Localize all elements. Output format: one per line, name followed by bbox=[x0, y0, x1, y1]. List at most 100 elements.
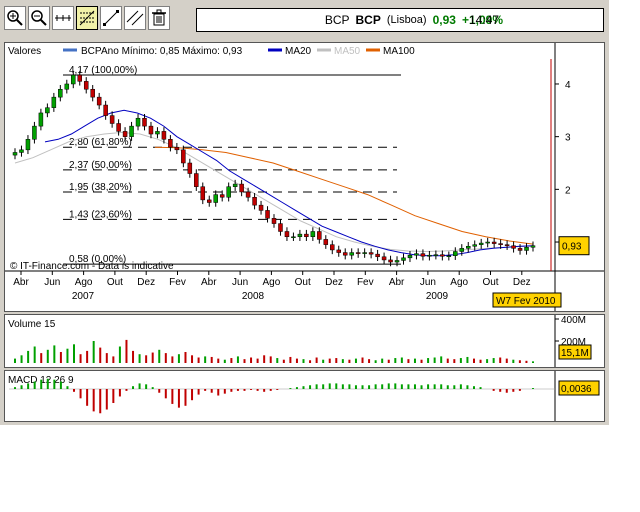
volume-title: Volume 15 bbox=[8, 319, 56, 330]
candle-up bbox=[32, 125, 37, 140]
channel-button[interactable] bbox=[124, 6, 146, 30]
candle-up bbox=[310, 231, 316, 238]
candle-up bbox=[45, 107, 50, 114]
candle-down bbox=[420, 253, 426, 257]
candle-down bbox=[207, 199, 212, 203]
candle-down bbox=[258, 204, 264, 211]
x-tick-label: Ago bbox=[263, 277, 281, 288]
candle-up bbox=[394, 260, 400, 263]
candle-down bbox=[498, 243, 503, 245]
delete-drawing-button[interactable] bbox=[148, 6, 170, 30]
candle-down bbox=[181, 149, 186, 164]
candle-up bbox=[38, 112, 44, 127]
candle-up bbox=[155, 131, 160, 135]
channel-icon bbox=[126, 10, 144, 26]
trash-icon bbox=[152, 9, 166, 26]
candle-up bbox=[466, 245, 471, 249]
crosshair-icon bbox=[55, 15, 71, 21]
candle-down bbox=[278, 223, 283, 232]
candle-up bbox=[446, 255, 452, 257]
year-label: 2008 bbox=[242, 291, 265, 302]
ticker-label: BCP bbox=[324, 13, 350, 27]
candle-down bbox=[161, 131, 167, 140]
volume-last-label: 15,1M bbox=[561, 348, 589, 359]
candle-down bbox=[116, 123, 121, 132]
fib-level-label: 1,95 (38,20%) bbox=[69, 182, 132, 193]
candle-up bbox=[226, 186, 231, 198]
candle-down bbox=[90, 88, 95, 98]
x-tick-label: Out bbox=[295, 277, 311, 288]
candle-up bbox=[12, 152, 18, 156]
candle-down bbox=[336, 249, 341, 253]
candle-up bbox=[530, 245, 536, 248]
candle-down bbox=[109, 115, 115, 124]
candle-down bbox=[491, 241, 497, 244]
candle-up bbox=[64, 83, 70, 90]
fibonacci-button[interactable] bbox=[76, 6, 98, 30]
candle-down bbox=[317, 231, 322, 240]
candle-down bbox=[83, 81, 89, 90]
candle-down bbox=[284, 231, 290, 238]
candle-up bbox=[472, 244, 477, 247]
candle-up bbox=[58, 88, 63, 98]
macd-panel: MACD 12 26 9 0,0036 bbox=[4, 370, 605, 422]
x-tick-label: Abr bbox=[389, 277, 405, 288]
y-tick-label: 4 bbox=[565, 80, 571, 91]
candle-up bbox=[213, 194, 218, 203]
candle-down bbox=[271, 218, 277, 224]
macd-chart[interactable]: MACD 12 26 90,0036 bbox=[5, 371, 604, 421]
ticker-name: BCP bbox=[355, 13, 381, 27]
toolbar bbox=[4, 6, 170, 34]
candle-down bbox=[77, 74, 82, 82]
volume-chart[interactable]: Volume 15 400M200M15,1M bbox=[5, 315, 604, 367]
price-panel: Valores BCP Ano Mínimo: 0,85 Máximo: 0,93 M… bbox=[4, 42, 605, 312]
candle-up bbox=[25, 139, 31, 151]
candle-up bbox=[19, 149, 24, 153]
year-label: 2009 bbox=[426, 291, 449, 302]
candle-up bbox=[433, 254, 439, 256]
candle-down bbox=[239, 183, 244, 193]
chart-application: BCP BCP (Lisboa) 0,93 +1,09% 14:47 Valor… bbox=[0, 0, 609, 425]
quote-time: 14:47 bbox=[468, 13, 499, 27]
legend-min-max: Ano Mínimo: 0,85 Máximo: 0,93 bbox=[101, 46, 243, 57]
trend-line-icon bbox=[103, 10, 119, 26]
candle-down bbox=[194, 173, 199, 187]
candle-up bbox=[362, 252, 367, 254]
legend-ma100: MA100 bbox=[383, 46, 415, 57]
candle-down bbox=[200, 186, 206, 201]
y-tick-label: 2 bbox=[565, 185, 571, 196]
zoom-in-button[interactable] bbox=[4, 6, 26, 30]
x-tick-label: Fev bbox=[169, 277, 186, 288]
candle-down bbox=[245, 191, 251, 198]
candle-down bbox=[304, 233, 309, 238]
trend-line-button[interactable] bbox=[100, 6, 122, 30]
candle-up bbox=[129, 125, 134, 137]
candle-up bbox=[414, 253, 419, 256]
candle-up bbox=[524, 247, 529, 251]
candle-down bbox=[355, 252, 361, 254]
crosshair-button[interactable] bbox=[52, 6, 74, 30]
x-tick-label: Dez bbox=[137, 277, 155, 288]
x-tick-label: Dez bbox=[325, 277, 343, 288]
fib-level-label: 1,43 (23,60%) bbox=[69, 209, 132, 220]
x-tick-label: Out bbox=[107, 277, 123, 288]
candle-down bbox=[96, 96, 102, 106]
legend-ma50: MA50 bbox=[334, 46, 361, 57]
candle-down bbox=[103, 104, 108, 116]
x-tick-label: Jun bbox=[232, 277, 248, 288]
candle-down bbox=[323, 239, 329, 245]
exchange-label: (Lisboa) bbox=[386, 14, 427, 26]
macd-last-label: 0,0036 bbox=[561, 384, 592, 395]
zoom-out-icon bbox=[31, 10, 47, 26]
candle-up bbox=[427, 254, 432, 257]
date-marker-label: W7 Fev 2010 bbox=[496, 296, 556, 307]
x-tick-label: Dez bbox=[513, 277, 531, 288]
candle-up bbox=[51, 96, 57, 108]
candle-down bbox=[517, 248, 523, 251]
candle-up bbox=[485, 241, 490, 244]
candle-down bbox=[168, 139, 173, 148]
zoom-out-button[interactable] bbox=[28, 6, 50, 30]
candle-down bbox=[174, 146, 180, 151]
candle-up bbox=[349, 252, 354, 256]
price-chart[interactable]: Valores BCP Ano Mínimo: 0,85 Máximo: 0,93 M… bbox=[5, 43, 604, 311]
